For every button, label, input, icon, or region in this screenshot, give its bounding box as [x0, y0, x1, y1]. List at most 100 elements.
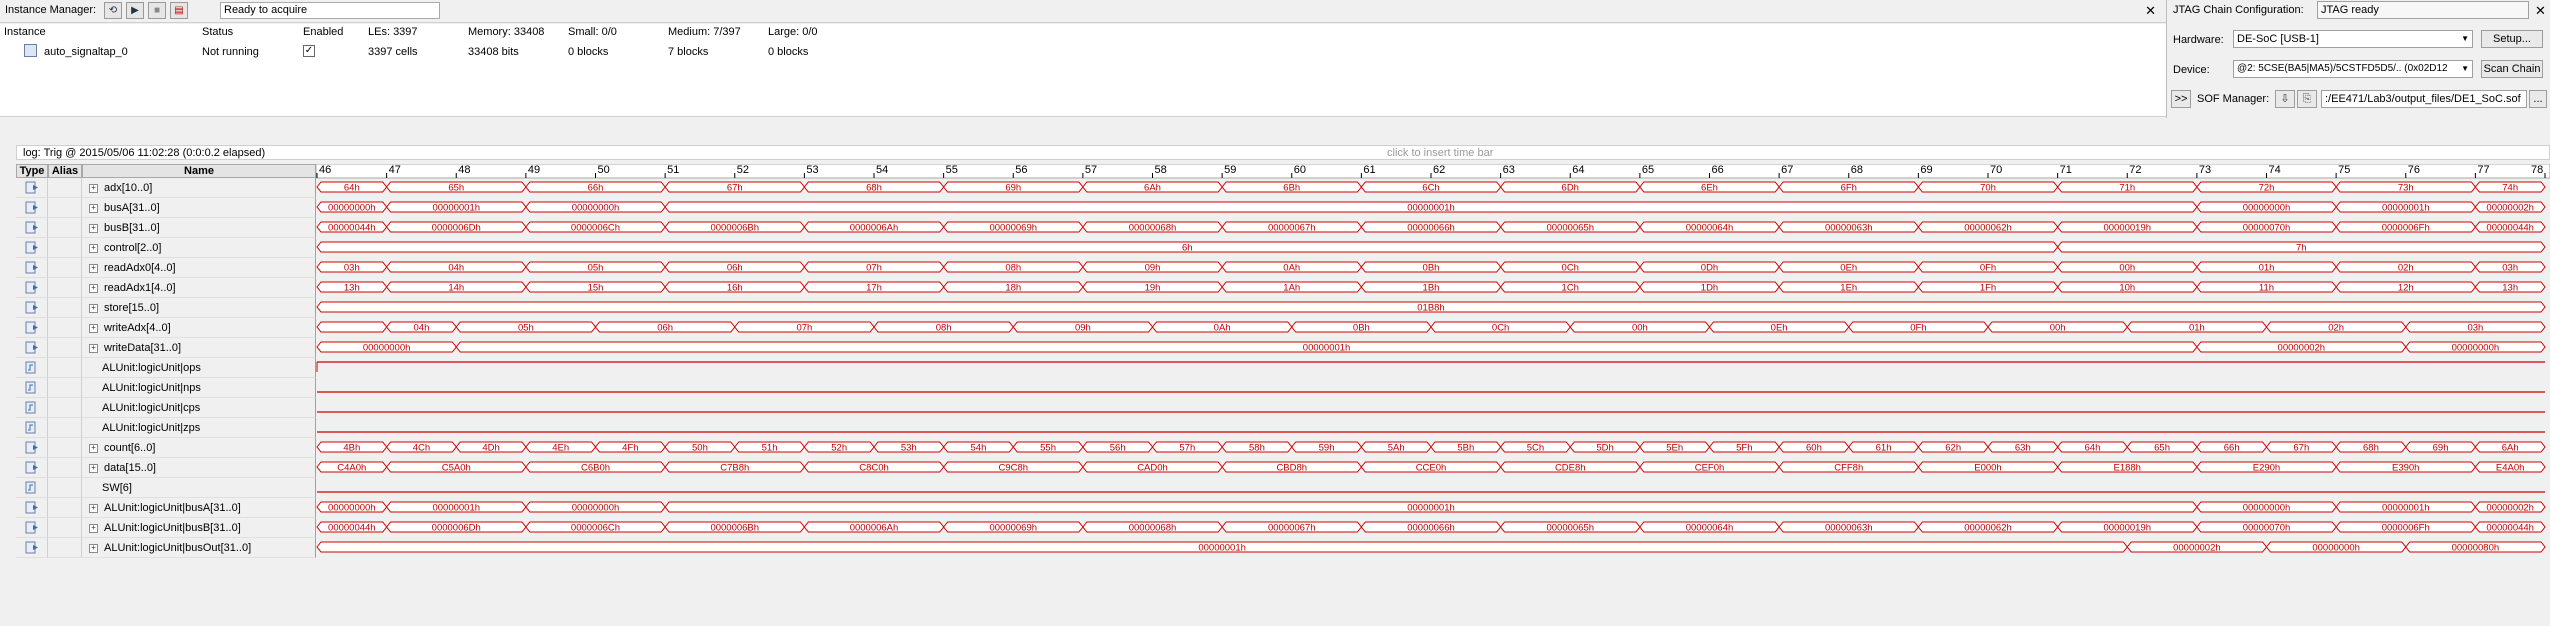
stop-analysis-button[interactable]: ■: [148, 2, 166, 19]
name-column-header[interactable]: Name: [82, 164, 316, 178]
name-cell[interactable]: + count[6..0]: [82, 438, 316, 458]
name-cell[interactable]: + ALUnit:logicUnit|busB[31..0]: [82, 518, 316, 538]
alias-cell[interactable]: [48, 478, 82, 498]
name-cell[interactable]: ALUnit:logicUnit|cps: [82, 398, 316, 418]
bus-icon: [25, 201, 39, 214]
tick-label: 60: [1294, 164, 1306, 176]
alias-cell[interactable]: [48, 438, 82, 458]
alias-cell[interactable]: [48, 198, 82, 218]
scan-chain-button[interactable]: Scan Chain: [2481, 60, 2543, 78]
run-analysis-button[interactable]: ▶: [126, 2, 144, 19]
sof-path-field[interactable]: :/EE471/Lab3/output_files/DE1_SoC.sof: [2321, 90, 2527, 108]
status-header[interactable]: Status: [202, 26, 233, 38]
name-cell[interactable]: ALUnit:logicUnit|nps: [82, 378, 316, 398]
bus-value-label: 63h: [2015, 443, 2031, 454]
name-cell[interactable]: + ALUnit:logicUnit|busOut[31..0]: [82, 538, 316, 558]
bus-value-label: 07h: [866, 263, 882, 274]
signal-name: store[15..0]: [104, 302, 160, 314]
alias-cell[interactable]: [48, 358, 82, 378]
small-header[interactable]: Small: 0/0: [568, 26, 617, 38]
alias-cell[interactable]: [48, 398, 82, 418]
name-cell[interactable]: + readAdx1[4..0]: [82, 278, 316, 298]
bus-value-label: 66h: [588, 183, 604, 194]
setup-button[interactable]: Setup...: [2481, 30, 2543, 48]
name-cell[interactable]: + control[2..0]: [82, 238, 316, 258]
expand-icon[interactable]: +: [89, 544, 98, 553]
name-cell[interactable]: + adx[10..0]: [82, 178, 316, 198]
autorun-analysis-button[interactable]: ⟲: [104, 2, 122, 19]
expand-icon[interactable]: +: [89, 324, 98, 333]
alias-cell[interactable]: [48, 298, 82, 318]
device-select[interactable]: @2: 5CSE(BA5|MA5)/5CSTFD5D5/.. (0x02D12 …: [2233, 60, 2473, 78]
waveform-canvas[interactable]: 46 47 48 49 50 51 52 53 54 55 56 57 58 59 60 61 62 63 64 65…: [316, 164, 2550, 564]
expand-icon[interactable]: +: [89, 184, 98, 193]
close-icon[interactable]: ✕: [2535, 3, 2546, 19]
bus-value-label: 01B8h: [1417, 303, 1444, 314]
name-cell[interactable]: + busA[31..0]: [82, 198, 316, 218]
expand-icon[interactable]: +: [89, 244, 98, 253]
type-cell: [16, 398, 48, 418]
name-cell[interactable]: ALUnit:logicUnit|ops: [82, 358, 316, 378]
type-column-header[interactable]: Type: [16, 164, 48, 178]
alias-cell[interactable]: [48, 238, 82, 258]
bus-value-label: 51h: [762, 443, 778, 454]
name-cell[interactable]: SW[6]: [82, 478, 316, 498]
bus-value-label: 0Ah: [1283, 263, 1300, 274]
read-data-button[interactable]: ▤: [170, 2, 188, 19]
close-icon[interactable]: ✕: [2145, 3, 2156, 19]
alias-cell[interactable]: [48, 338, 82, 358]
tick-label: 61: [1363, 164, 1375, 176]
expand-icon[interactable]: +: [89, 344, 98, 353]
expand-icon[interactable]: +: [89, 204, 98, 213]
enabled-header[interactable]: Enabled: [303, 26, 343, 38]
instance-row[interactable]: auto_signaltap_0 Not running ✓ 3397 cell…: [0, 42, 2166, 60]
expand-icon[interactable]: +: [89, 284, 98, 293]
expand-button[interactable]: >>: [2171, 90, 2191, 108]
alias-cell[interactable]: [48, 458, 82, 478]
alias-cell[interactable]: [48, 378, 82, 398]
instance-large: 0 blocks: [768, 46, 809, 58]
alias-cell[interactable]: [48, 498, 82, 518]
name-cell[interactable]: + writeAdx[4..0]: [82, 318, 316, 338]
expand-icon[interactable]: +: [89, 444, 98, 453]
alias-cell[interactable]: [48, 418, 82, 438]
alias-cell[interactable]: [48, 178, 82, 198]
expand-icon[interactable]: +: [89, 504, 98, 513]
name-cell[interactable]: ALUnit:logicUnit|zps: [82, 418, 316, 438]
enabled-checkbox[interactable]: ✓: [303, 45, 315, 57]
hardware-select[interactable]: DE-SoC [USB-1] ▼: [2233, 30, 2473, 48]
expand-icon[interactable]: +: [89, 304, 98, 313]
instance-header[interactable]: Instance: [4, 26, 46, 38]
memory-header[interactable]: Memory: 33408: [468, 26, 544, 38]
hardware-value: DE-SoC [USB-1]: [2237, 33, 2319, 45]
bus-value-label: 00000000h: [328, 203, 376, 214]
alias-cell[interactable]: [48, 318, 82, 338]
les-header[interactable]: LEs: 3397: [368, 26, 418, 38]
attach-button[interactable]: ⎘: [2297, 90, 2317, 108]
bus-value-label: 00000062h: [1964, 523, 2012, 534]
alias-cell[interactable]: [48, 278, 82, 298]
name-cell[interactable]: + readAdx0[4..0]: [82, 258, 316, 278]
insert-time-bar-hint[interactable]: click to insert time bar: [1387, 147, 1493, 159]
name-cell[interactable]: + writeData[31..0]: [82, 338, 316, 358]
program-device-button[interactable]: ⇩: [2275, 90, 2295, 108]
name-cell[interactable]: + data[15..0]: [82, 458, 316, 478]
bus-value-label: CEF0h: [1695, 463, 1725, 474]
bus-value-label: 60h: [1806, 443, 1822, 454]
name-cell[interactable]: + busB[31..0]: [82, 218, 316, 238]
expand-icon[interactable]: +: [89, 524, 98, 533]
name-cell[interactable]: + store[15..0]: [82, 298, 316, 318]
expand-icon[interactable]: +: [89, 464, 98, 473]
alias-column-header[interactable]: Alias: [48, 164, 82, 178]
name-cell[interactable]: + ALUnit:logicUnit|busA[31..0]: [82, 498, 316, 518]
large-header[interactable]: Large: 0/0: [768, 26, 818, 38]
alias-cell[interactable]: [48, 518, 82, 538]
expand-icon[interactable]: +: [89, 264, 98, 273]
alias-cell[interactable]: [48, 538, 82, 558]
browse-button[interactable]: ...: [2529, 90, 2547, 108]
alias-cell[interactable]: [48, 258, 82, 278]
alias-cell[interactable]: [48, 218, 82, 238]
medium-header[interactable]: Medium: 7/397: [668, 26, 741, 38]
tick-label: 46: [319, 164, 331, 176]
expand-icon[interactable]: +: [89, 224, 98, 233]
